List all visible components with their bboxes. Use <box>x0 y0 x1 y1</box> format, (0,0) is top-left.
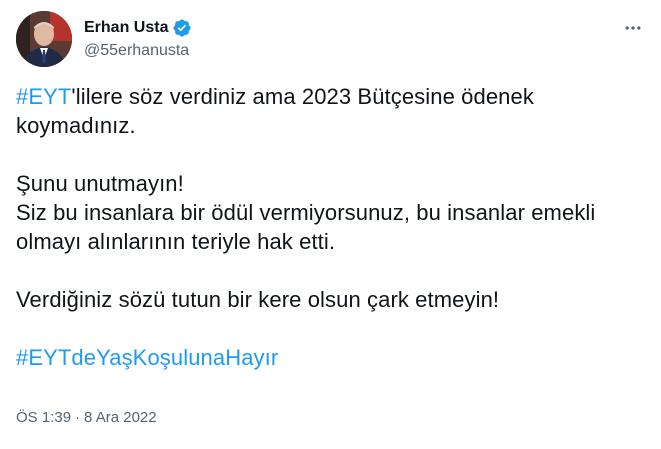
more-options-button[interactable] <box>621 16 645 40</box>
tweet-paragraph-1: #EYT'lilere söz verdiniz ama 2023 Bütçes… <box>16 82 626 140</box>
tweet-text-2a: Şunu unutmayın! <box>16 171 184 196</box>
tweet-text-3: Verdiğiniz sözü tutun bir kere olsun çar… <box>16 287 500 312</box>
more-horizontal-icon <box>625 26 641 30</box>
tweet-card: Erhan Usta @55erhanusta #EYT'lilere söz … <box>0 0 661 449</box>
tweet-paragraph-3: Verdiğiniz sözü tutun bir kere olsun çar… <box>16 285 626 314</box>
hashtag-link-eyt[interactable]: #EYT <box>16 84 71 109</box>
display-name[interactable]: Erhan Usta <box>84 18 168 38</box>
meta-separator: · <box>75 409 81 426</box>
author-info: Erhan Usta @55erhanusta <box>84 18 192 61</box>
handle[interactable]: @55erhanusta <box>84 41 192 61</box>
name-row: Erhan Usta <box>84 18 192 38</box>
tweet-text-1: 'lilere söz verdiniz ama 2023 Bütçesine … <box>16 84 534 138</box>
tweet-timestamp[interactable]: ÖS 1:39 · 8 Ara 2022 <box>16 409 157 426</box>
avatar[interactable] <box>16 11 72 67</box>
tweet-paragraph-4: #EYTdeYaşKoşulunaHayır <box>16 343 626 372</box>
tweet-date: 8 Ara 2022 <box>84 409 157 426</box>
tweet-header: Erhan Usta @55erhanusta <box>16 10 192 68</box>
tweet-text: #EYT'lilere söz verdiniz ama 2023 Bütçes… <box>16 82 626 401</box>
avatar-image <box>16 11 72 67</box>
hashtag-link-eytdeyaskosulunahayir[interactable]: #EYTdeYaşKoşulunaHayır <box>16 345 278 370</box>
verified-badge-icon <box>172 18 192 38</box>
tweet-time: ÖS 1:39 <box>16 409 72 426</box>
tweet-text-2b: Siz bu insanlara bir ödül vermiyorsunuz,… <box>16 200 596 254</box>
tweet-paragraph-2: Şunu unutmayın! Siz bu insanlara bir ödü… <box>16 169 626 256</box>
